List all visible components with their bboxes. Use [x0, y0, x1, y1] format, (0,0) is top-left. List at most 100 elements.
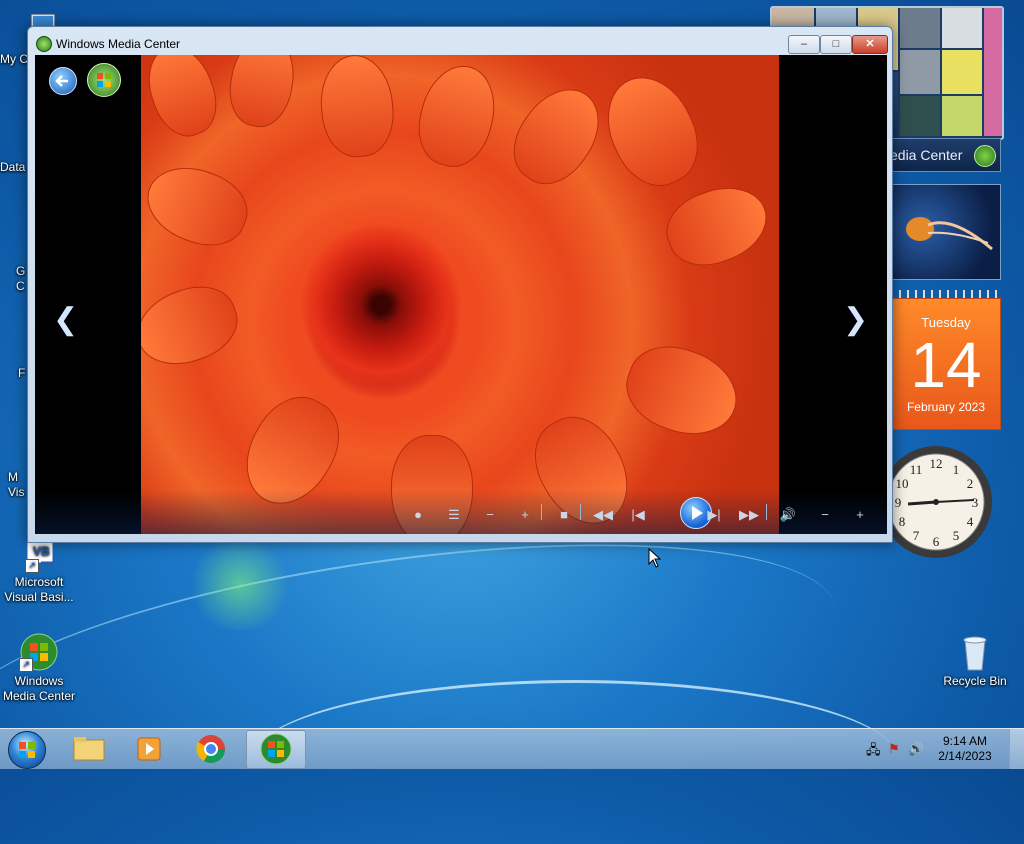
media-center-content[interactable]: ❮ ❯ ● ☰ − + ■ ◀◀ |◀ ▶| ▶▶ 🔊 − + [35, 55, 887, 534]
gadget-thumbnail [900, 8, 940, 48]
clock-number: 6 [933, 534, 940, 549]
windows-media-center-icon [260, 733, 292, 765]
previous-arrow-button[interactable]: ❮ [53, 305, 78, 335]
fast-forward-button[interactable]: ▶▶ [739, 508, 759, 522]
network-icon[interactable]: 🖧 [866, 741, 881, 763]
start-button[interactable] [87, 63, 121, 97]
clock-number: 9 [895, 495, 902, 510]
taskbar-media-player-button[interactable] [120, 730, 178, 767]
volume-up-button[interactable]: + [851, 508, 869, 522]
taskbar: 🖧 ⚑ 🔊 9:14 AM 2/14/2023 [0, 728, 1024, 769]
taskbar-chrome-button[interactable] [182, 730, 240, 767]
maximize-button[interactable]: □ [820, 35, 852, 54]
calendar-month-year: February 2023 [906, 400, 986, 414]
windows-logo-icon [97, 73, 111, 87]
gadget-thumbnail [900, 50, 940, 94]
flower-petal [223, 55, 301, 132]
gadget-thumbnail [900, 96, 940, 136]
system-tray: 🖧 ⚑ 🔊 9:14 AM 2/14/2023 [854, 729, 1024, 769]
desktop-icon-recycle-bin[interactable]: Recycle Bin [936, 632, 1014, 689]
start-button[interactable] [8, 731, 46, 769]
chrome-icon [196, 735, 225, 763]
clock-gadget[interactable]: 12 1 2 3 4 5 6 7 8 9 10 11 [878, 440, 998, 564]
minimize-button[interactable]: – [788, 35, 820, 54]
flower-petal [141, 274, 248, 378]
desktop-icon-visual-basic[interactable]: VB ↗ Microsoft Visual Basi... [0, 533, 78, 605]
control-separator [541, 504, 542, 520]
flower-center [301, 225, 461, 385]
gadget-thumbnail [942, 8, 982, 48]
taskbar-windows-media-center-button[interactable] [246, 730, 306, 769]
calendar-weekday: Tuesday [921, 315, 971, 330]
playback-controls: ● ☰ − + ■ ◀◀ |◀ ▶| ▶▶ 🔊 − + [35, 490, 887, 534]
taskbar-explorer-button[interactable] [60, 730, 118, 767]
close-button[interactable]: ✕ [852, 35, 888, 54]
taskbar-time: 9:14 AM [942, 734, 988, 748]
mute-button[interactable]: 🔊 [779, 508, 797, 522]
svg-text:VB: VB [33, 544, 50, 558]
gadget-thumbnail [942, 50, 982, 94]
volume-down-button[interactable]: − [816, 508, 834, 522]
skip-forward-button[interactable]: ▶| [705, 508, 723, 522]
clock-number: 5 [953, 528, 960, 543]
clock-number: 4 [967, 514, 974, 529]
back-arrow-icon [55, 75, 68, 87]
gadget-thumbnail [942, 96, 982, 136]
rewind-button[interactable]: ◀◀ [593, 508, 613, 522]
desktop-icon-label: Microsoft Visual Basi... [4, 575, 74, 604]
taskbar-date: 2/14/2023 [938, 749, 992, 763]
stop-button[interactable]: ■ [555, 508, 573, 522]
taskbar-clock[interactable]: 9:14 AM 2/14/2023 [930, 734, 1000, 764]
channel-up-button[interactable]: + [516, 508, 534, 522]
skip-back-button[interactable]: |◀ [629, 508, 647, 522]
window-title: Windows Media Center [56, 37, 181, 51]
jellyfish-image [906, 217, 993, 251]
windows-logo-icon [19, 742, 35, 758]
show-desktop-button[interactable] [1009, 729, 1024, 769]
media-center-gadget-bar[interactable]: edia Center [890, 138, 1001, 172]
calendar-day: 14 [910, 329, 982, 401]
volume-icon[interactable]: 🔊 [908, 741, 924, 757]
control-separator [580, 504, 581, 520]
back-button[interactable] [49, 67, 77, 95]
clock-number: 2 [967, 476, 974, 491]
flower-petal [141, 55, 227, 145]
flower-petal [409, 57, 505, 175]
desktop-icon-windows-media-center[interactable]: ↗ Windows Media Center [0, 632, 78, 704]
flower-petal [316, 55, 398, 160]
title-bar[interactable]: Windows Media Center – □ ✕ [28, 27, 892, 55]
action-center-flag-icon[interactable]: ⚑ [888, 741, 900, 757]
windows-media-center-icon: ↗ [19, 632, 59, 672]
flower-petal [498, 73, 616, 199]
mouse-cursor-icon [648, 548, 662, 568]
clock-number: 8 [899, 514, 906, 529]
flower-petal [141, 154, 258, 258]
shortcut-arrow-icon: ↗ [25, 559, 39, 573]
details-button[interactable]: ☰ [445, 508, 463, 522]
flower-petal [615, 333, 749, 449]
clock-number: 10 [896, 476, 909, 491]
windows-media-center-icon [36, 36, 52, 52]
gadget-thumbnail [984, 8, 1002, 136]
next-arrow-button[interactable]: ❯ [843, 305, 868, 335]
media-center-gadget-label: edia Center [890, 147, 963, 163]
desktop-icon-label: Recycle Bin [943, 674, 1007, 688]
slideshow-gadget[interactable] [891, 184, 1001, 280]
windows-orb-icon [974, 145, 996, 167]
slideshow-photo [141, 55, 779, 534]
wallpaper-glow [180, 540, 300, 630]
clock-number: 12 [930, 456, 943, 471]
windows-media-center-window[interactable]: Windows Media Center – □ ✕ ❮ ❯ ● ☰ − + ■… [27, 26, 893, 543]
calendar-gadget[interactable]: Tuesday 14 February 2023 [891, 298, 1001, 430]
channel-down-button[interactable]: − [481, 508, 499, 522]
recycle-bin-icon [955, 632, 995, 672]
clock-number: 3 [972, 495, 979, 510]
desktop-icon-label: Windows Media Center [2, 674, 76, 703]
clock-number: 11 [910, 462, 923, 477]
flower-petal [656, 174, 778, 278]
record-button[interactable]: ● [409, 508, 427, 522]
shortcut-arrow-icon: ↗ [19, 658, 33, 672]
clock-number: 7 [913, 528, 920, 543]
control-separator [766, 504, 767, 520]
flower-petal [591, 62, 713, 200]
